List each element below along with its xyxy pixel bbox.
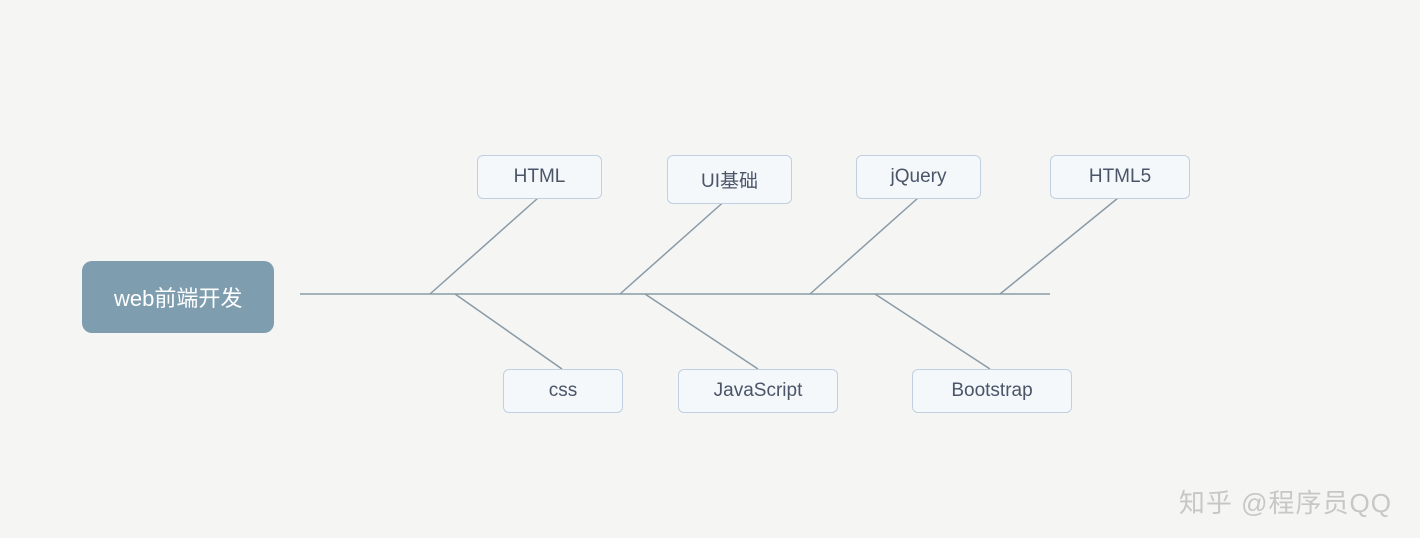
root-label: web前端开发 bbox=[114, 286, 242, 311]
branch-label: HTML5 bbox=[1089, 166, 1151, 187]
root-node: web前端开发 bbox=[82, 261, 274, 333]
branch-label: css bbox=[549, 380, 578, 401]
branch-node-css: css bbox=[503, 369, 623, 413]
watermark-text: 知乎 @程序员QQ bbox=[1179, 488, 1392, 518]
branch-node-bootstrap: Bootstrap bbox=[912, 369, 1072, 413]
branch-node-html: HTML bbox=[477, 155, 602, 199]
branch-node-ui: UI基础 bbox=[667, 155, 792, 204]
watermark: 知乎 @程序员QQ bbox=[1179, 483, 1392, 520]
fishbone-diagram: web前端开发 HTML UI基础 jQuery HTML5 css JavaS… bbox=[0, 0, 1420, 538]
branch-node-html5: HTML5 bbox=[1050, 155, 1190, 199]
branch-label: JavaScript bbox=[714, 380, 803, 401]
branch-label: jQuery bbox=[891, 166, 947, 187]
branch-node-js: JavaScript bbox=[678, 369, 838, 413]
branch-label: Bootstrap bbox=[951, 380, 1032, 401]
branch-label: HTML bbox=[514, 166, 566, 187]
branch-label: UI基础 bbox=[701, 171, 758, 192]
branch-node-jquery: jQuery bbox=[856, 155, 981, 199]
